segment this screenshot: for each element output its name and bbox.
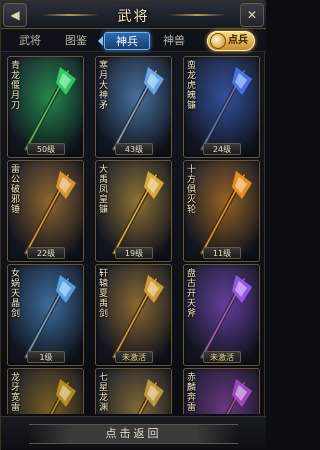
weapon-name: 大禹凤皇镰 [99, 165, 109, 215]
weapon-level-badge: 22级 [27, 247, 65, 259]
weapon-name: 赤麟奔雷 [187, 373, 197, 413]
weapon-level-badge: 11级 [203, 247, 241, 259]
weapon-level-badge: 未激活 [203, 351, 241, 363]
tab-divine-weapons[interactable]: 神兵 [104, 32, 150, 50]
tab-divine-beasts[interactable]: 神兽 [151, 32, 197, 50]
weapon-level-badge: 未激活 [115, 351, 153, 363]
weapon-card[interactable]: 龙牙宽雷 [7, 368, 84, 414]
page-title: 武将 [117, 9, 150, 25]
weapon-card[interactable]: 赤麟奔雷 [183, 368, 260, 414]
weapon-name: 盘古开天斧 [187, 269, 197, 319]
weapon-name: 轩辕夏禹剑 [99, 269, 109, 319]
weapon-card[interactable]: 青龙偃月刀 50级 [7, 56, 84, 158]
weapon-name: 七星龙渊 [99, 373, 109, 413]
weapon-level-badge: 19级 [115, 247, 153, 259]
tab-generals[interactable]: 武将 [7, 32, 53, 50]
weapon-card[interactable]: 女娲天晶剑 1级 [7, 264, 84, 366]
weapon-card[interactable]: 七星龙渊 [95, 368, 172, 414]
weapon-panel: ◀ 武将 ✕ 武将 图鉴 神兵 神兽 点兵 青龙偃月刀 50级 寒月大神矛 43级 蛮龙… [0, 0, 266, 450]
weapon-level-badge: 24级 [203, 143, 241, 155]
weapon-name: 蛮龙虎魄镰 [187, 61, 197, 111]
weapon-level-badge: 50级 [27, 143, 65, 155]
title-bar: ◀ 武将 ✕ [1, 1, 266, 29]
coin-icon [210, 33, 226, 49]
weapon-card[interactable]: 大禹凤皇镰 19级 [95, 160, 172, 262]
weapon-card[interactable]: 蛮龙虎魄镰 24级 [183, 56, 260, 158]
title-ornament-right [168, 14, 226, 16]
footer: 点击返回 [1, 416, 266, 450]
weapon-level-badge: 1级 [27, 351, 65, 363]
points-button[interactable]: 点兵 [207, 31, 255, 51]
weapon-card[interactable]: 雷公破邪锤 22级 [7, 160, 84, 262]
weapon-name: 十方俱灭轮 [187, 165, 197, 215]
weapon-name: 寒月大神矛 [99, 61, 109, 111]
weapon-level-badge: 43级 [115, 143, 153, 155]
weapon-name: 女娲天晶剑 [11, 269, 21, 319]
weapon-name: 龙牙宽雷 [11, 373, 21, 413]
weapon-card[interactable]: 盘古开天斧未激活 [183, 264, 260, 366]
weapon-name: 青龙偃月刀 [11, 61, 21, 111]
return-button[interactable]: 点击返回 [29, 424, 238, 444]
tab-codex[interactable]: 图鉴 [53, 32, 99, 50]
weapon-grid: 青龙偃月刀 50级 寒月大神矛 43级 蛮龙虎魄镰 24级雷公破邪锤 22级 大禹凤皇镰 19级… [7, 56, 260, 414]
close-icon[interactable]: ✕ [240, 3, 264, 27]
weapon-name: 雷公破邪锤 [11, 165, 21, 215]
tab-indicator-icon [98, 36, 103, 46]
weapon-card[interactable]: 寒月大神矛 43级 [95, 56, 172, 158]
weapon-card[interactable]: 十方俱灭轮 11级 [183, 160, 260, 262]
weapon-card[interactable]: 轩辕夏禹剑未激活 [95, 264, 172, 366]
points-button-label: 点兵 [228, 35, 248, 46]
